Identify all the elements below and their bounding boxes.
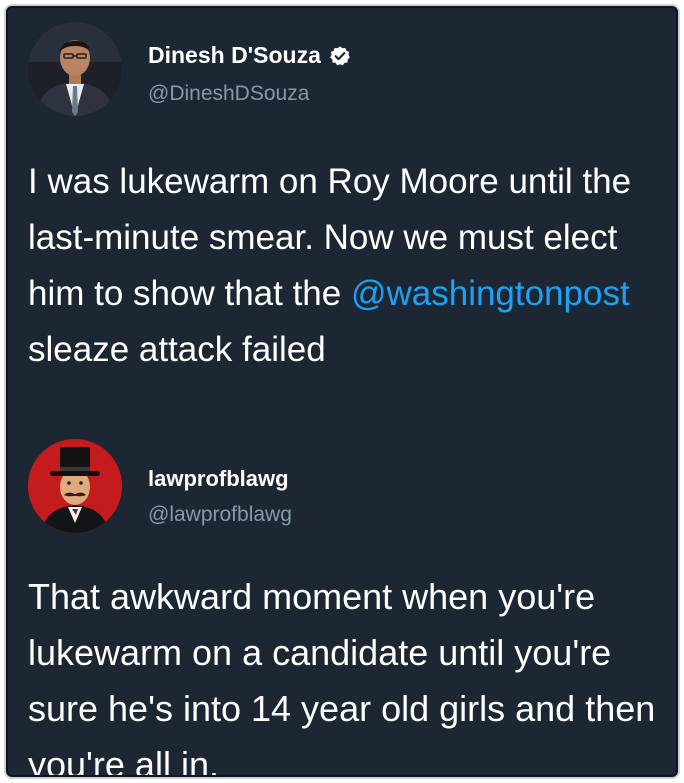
person-in-suit-avatar <box>28 22 122 116</box>
handle[interactable]: @lawprofblawg <box>148 503 292 527</box>
mention-link[interactable]: @washingtonpost <box>351 274 630 313</box>
avatar-lawprofblawg[interactable] <box>28 439 122 533</box>
display-name-row: lawprofblawg <box>148 466 289 492</box>
display-name-row: Dinesh D'Souza <box>148 42 351 69</box>
display-name[interactable]: lawprofblawg <box>148 466 289 492</box>
tweet-text: That awkward moment when you're lukewarm… <box>28 576 656 777</box>
display-name[interactable]: Dinesh D'Souza <box>148 42 321 69</box>
top-hat-mustache-man-avatar <box>28 439 122 533</box>
tweet-dineshdsouza[interactable]: Dinesh D'Souza @DineshDSouza I was lukew… <box>8 8 676 433</box>
tweet-text: I was lukewarm on Roy Moore until the la… <box>28 154 656 378</box>
tweet-lawprofblawg[interactable]: lawprofblawg @lawprofblawg That awkward … <box>8 433 676 777</box>
verified-badge-icon <box>329 45 351 67</box>
avatar-dineshdsouza[interactable] <box>28 22 122 116</box>
screenshot-frame: Dinesh D'Souza @DineshDSouza I was lukew… <box>6 6 678 777</box>
handle[interactable]: @DineshDSouza <box>148 82 309 106</box>
tweet-text-part: sleaze attack failed <box>28 330 326 369</box>
